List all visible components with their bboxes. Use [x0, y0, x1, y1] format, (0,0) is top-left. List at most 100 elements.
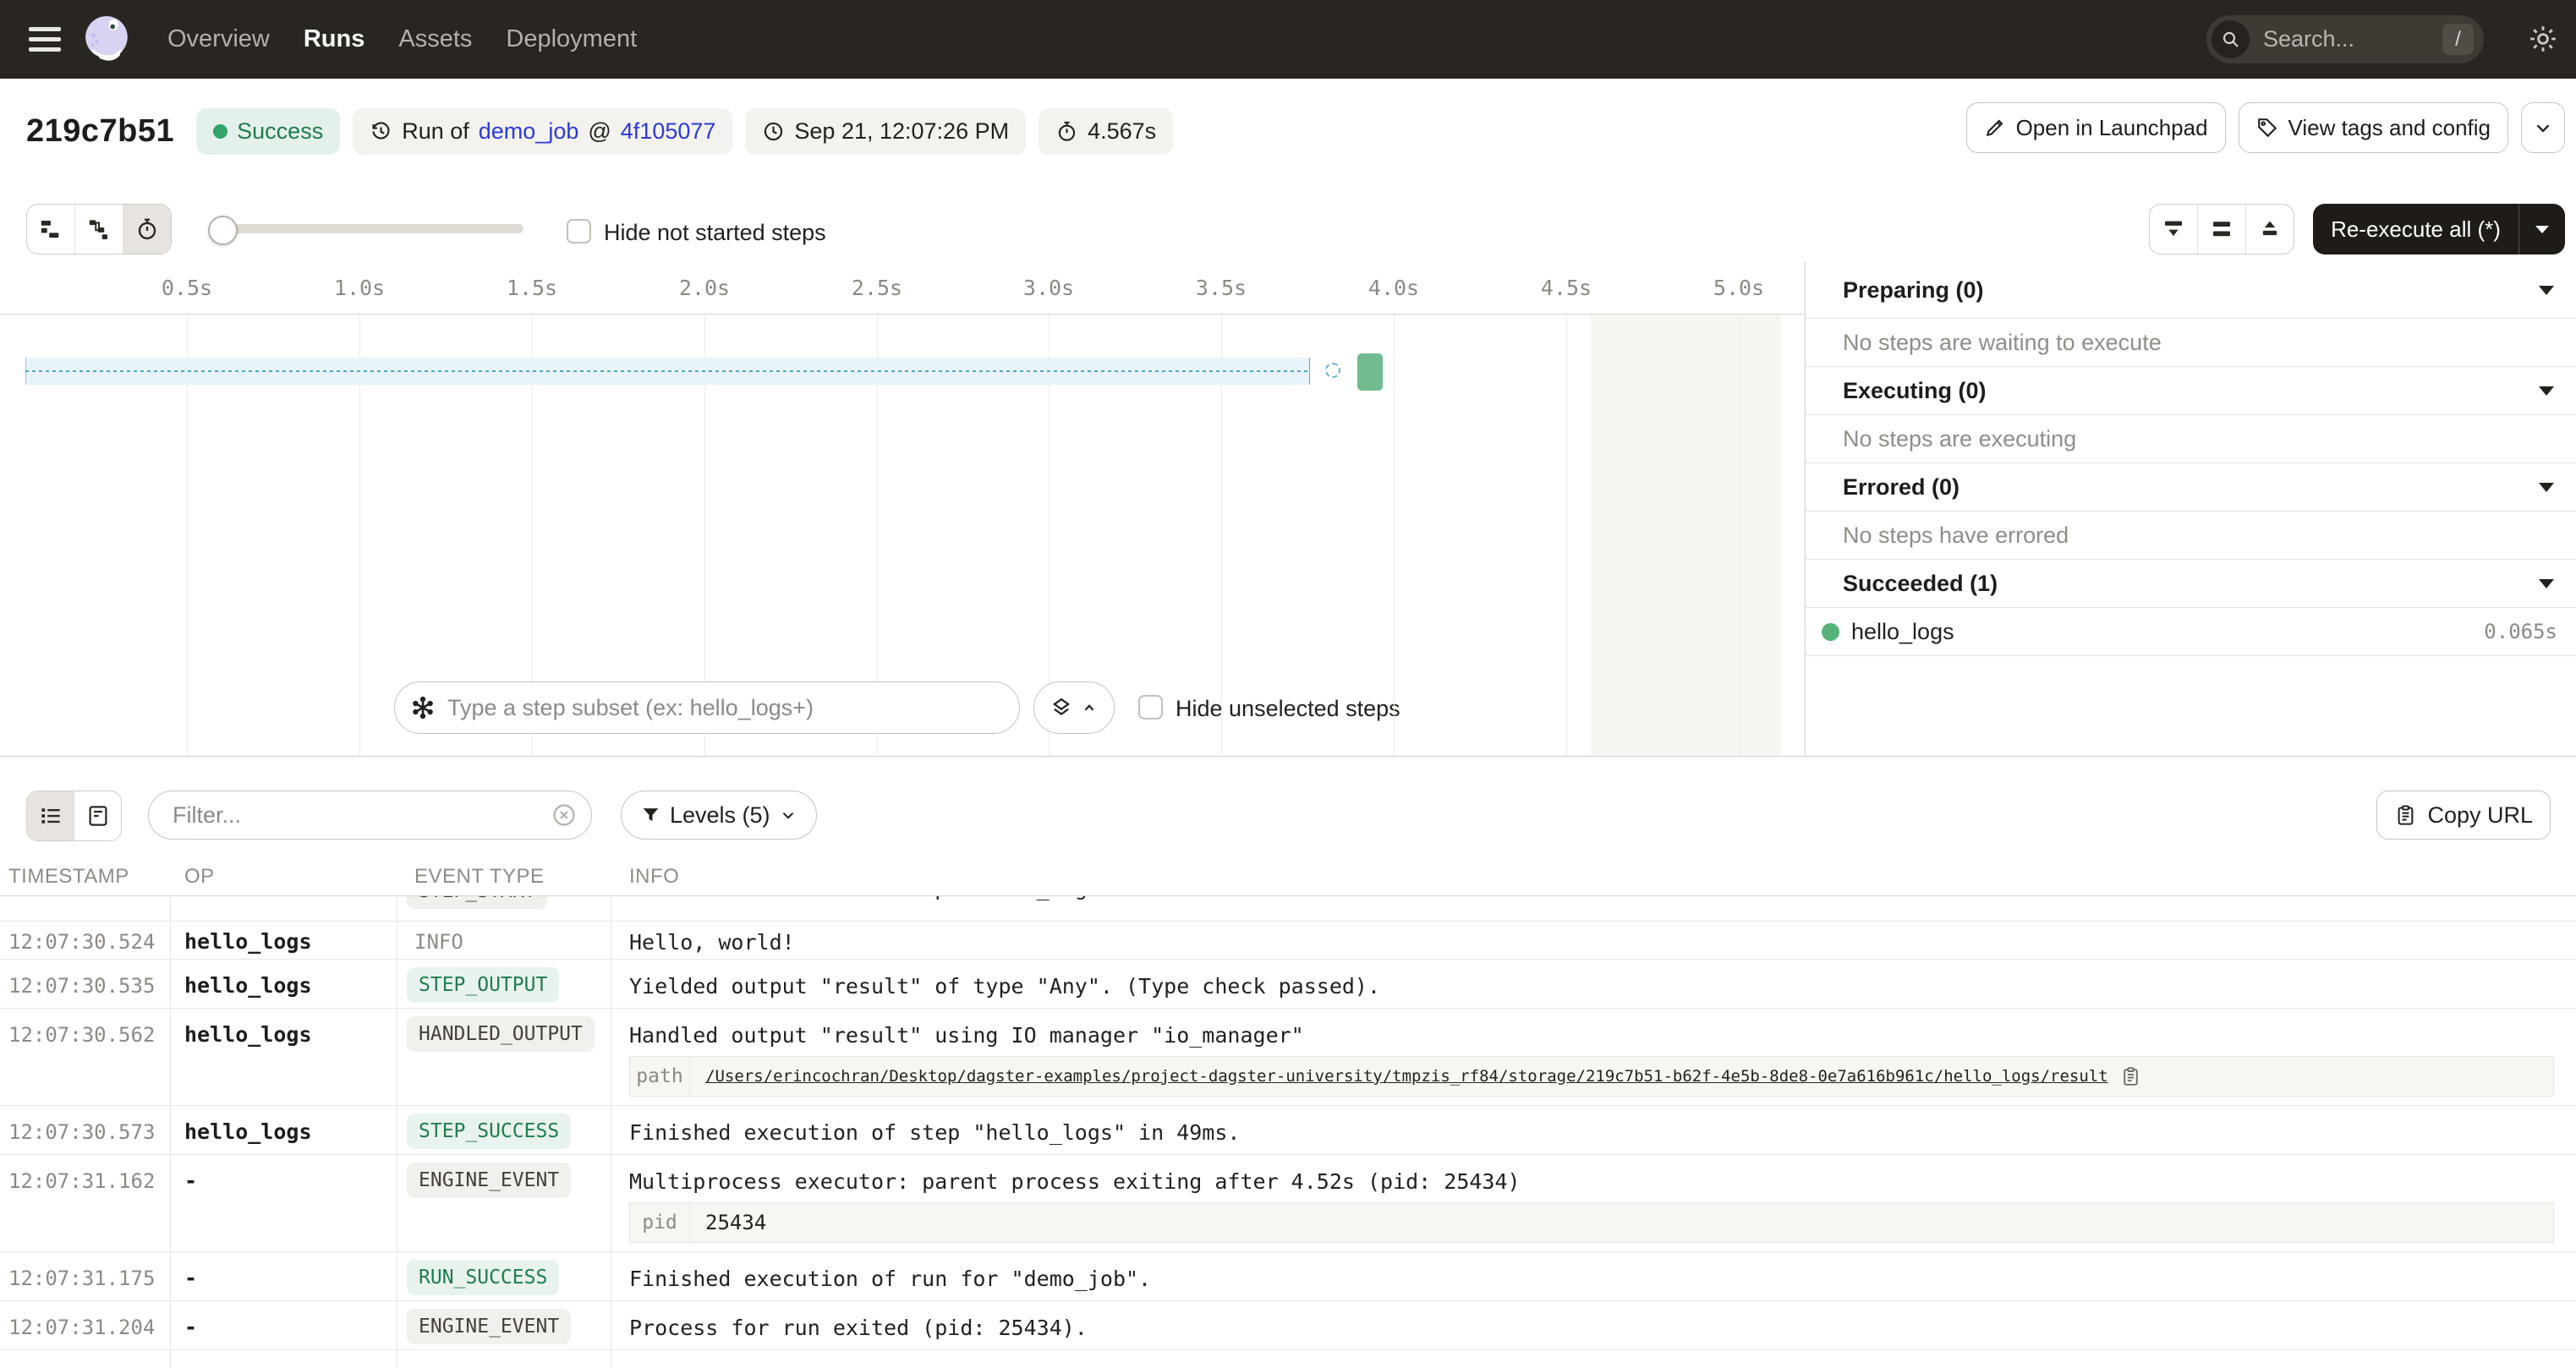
- log-op: hello_logs: [184, 929, 312, 954]
- settings-gear-icon[interactable]: [2527, 23, 2559, 55]
- log-row: 12:07:31.162 - ENGINE_EVENT Multiprocess…: [0, 1155, 2576, 1252]
- log-timestamp: 12:07:30.573: [8, 1120, 155, 1144]
- step-selector-button[interactable]: [1033, 681, 1115, 734]
- log-info: Process for run exited (pid: 25434).: [629, 1316, 2554, 1340]
- run-id-title: 219c7b51: [26, 113, 174, 150]
- gantt-zoom-slider-knob[interactable]: [208, 216, 238, 245]
- search-box[interactable]: /: [2206, 15, 2484, 63]
- levels-dropdown[interactable]: Levels (5): [621, 791, 817, 840]
- gantt-timed-view-button[interactable]: [123, 205, 171, 254]
- col-info: INFO: [629, 865, 679, 889]
- axis-tick: 2.5s: [852, 276, 902, 300]
- chevron-down-icon: [2532, 117, 2554, 139]
- gantt-panel-layout-group: [2149, 204, 2294, 254]
- expand-panel-up-button[interactable]: [2245, 205, 2294, 254]
- view-tags-config-button[interactable]: View tags and config: [2239, 102, 2508, 153]
- log-op: -: [184, 1266, 197, 1290]
- section-caret-icon: [2539, 286, 2554, 295]
- nav-item-assets[interactable]: Assets: [398, 25, 472, 53]
- col-timestamp: TIMESTAMP: [8, 865, 129, 889]
- gantt-toolbar: Hide not started steps Re-execute all (*…: [0, 184, 2576, 262]
- hide-not-started-checkbox[interactable]: [567, 219, 591, 244]
- log-structured-view-button[interactable]: [74, 791, 121, 840]
- event-type-badge: ENGINE_EVENT: [407, 1163, 571, 1198]
- col-event-type: EVENT TYPE: [414, 865, 545, 889]
- section-caret-icon: [2539, 579, 2554, 588]
- open-launchpad-button[interactable]: Open in Launchpad: [1966, 102, 2226, 153]
- log-filter-input[interactable]: [171, 802, 551, 829]
- log-view-mode-group: [26, 791, 122, 841]
- re-execute-options-button[interactable]: [2518, 204, 2565, 254]
- step-marker-circle: [1325, 363, 1340, 378]
- clipboard-icon: [2394, 804, 2417, 827]
- step-bar-hello-logs[interactable]: [1357, 353, 1383, 391]
- nav-item-runs[interactable]: Runs: [304, 25, 365, 53]
- run-steps-panel: Preparing (0) No steps are waiting to ex…: [1806, 262, 2576, 756]
- log-op: hello_logs: [184, 1119, 312, 1144]
- log-table-header: TIMESTAMP OP EVENT TYPE INFO: [0, 856, 2576, 896]
- metadata-key: path: [630, 1057, 690, 1096]
- collapse-panel-down-button[interactable]: [2150, 205, 2197, 254]
- log-table-body: STEP_START Started execution of step "he…: [0, 895, 2576, 1368]
- column-divider: [170, 856, 171, 1368]
- gantt-flat-view-button[interactable]: [27, 205, 74, 254]
- hide-unselected-checkbox[interactable]: [1138, 695, 1163, 720]
- step-duration: 0.065s: [2484, 620, 2557, 643]
- log-info: Yielded output "result" of type "Any". (…: [629, 974, 2554, 999]
- log-timestamp: 12:07:31.175: [8, 1267, 155, 1290]
- copy-path-icon[interactable]: [2120, 1066, 2141, 1087]
- nav-item-overview[interactable]: Overview: [167, 25, 270, 53]
- re-execute-all-button[interactable]: Re-execute all (*): [2313, 204, 2565, 254]
- metadata-key: pid: [630, 1203, 690, 1242]
- step-subset-input[interactable]: [446, 694, 1019, 722]
- event-type-badge: RUN_SUCCESS: [407, 1260, 559, 1295]
- log-row: 12:07:30.535 hello_logs STEP_OUTPUT Yiel…: [0, 960, 2576, 1009]
- section-caret-icon: [2539, 483, 2554, 492]
- gantt-zoom-slider[interactable]: [211, 224, 523, 233]
- event-type-badge: ENGINE_EVENT: [407, 1309, 571, 1344]
- nav-item-deployment[interactable]: Deployment: [506, 25, 637, 53]
- pencil-icon: [1984, 117, 2006, 139]
- funnel-icon: [640, 805, 661, 826]
- caret-down-icon: [2535, 226, 2549, 233]
- succeeded-step-row[interactable]: hello_logs 0.065s: [1806, 608, 2576, 656]
- event-type-badge: HANDLED_OUTPUT: [407, 1016, 595, 1052]
- search-input[interactable]: [2261, 25, 2442, 53]
- top-nav: Overview Runs Assets Deployment /: [0, 0, 2576, 79]
- section-caret-icon: [2539, 386, 2554, 396]
- gantt-waterfall-view-button[interactable]: [74, 205, 123, 254]
- log-timestamp: 12:07:31.162: [8, 1169, 155, 1193]
- log-info: Handled output "result" using IO manager…: [629, 1023, 2554, 1048]
- log-list-view-button[interactable]: [27, 791, 74, 840]
- section-preparing[interactable]: Preparing (0): [1806, 262, 2576, 319]
- log-op: -: [184, 1168, 197, 1193]
- clear-filter-icon[interactable]: [551, 802, 578, 829]
- tag-icon: [2256, 117, 2278, 139]
- log-row-partial-bottom: [0, 1350, 2576, 1368]
- run-of-pill: Run of demo_job @ 4f105077: [353, 108, 732, 155]
- status-dot-icon: [213, 124, 227, 139]
- axis-tick: 1.5s: [507, 276, 557, 300]
- section-errored[interactable]: Errored (0): [1806, 463, 2576, 512]
- section-executing[interactable]: Executing (0): [1806, 367, 2576, 415]
- log-row: 12:07:31.204 - ENGINE_EVENT Process for …: [0, 1301, 2576, 1350]
- metadata-path-link[interactable]: /Users/erincochran/Desktop/dagster-examp…: [705, 1067, 2108, 1086]
- hamburger-menu-icon[interactable]: [29, 21, 61, 57]
- axis-tick: 1.0s: [334, 276, 385, 300]
- log-metadata-row: pid 25434: [629, 1202, 2554, 1243]
- copy-url-button[interactable]: Copy URL: [2376, 791, 2551, 840]
- split-panels-button[interactable]: [2197, 205, 2245, 254]
- section-succeeded[interactable]: Succeeded (1): [1806, 560, 2576, 608]
- hide-not-started-label: Hide not started steps: [604, 220, 826, 245]
- more-run-actions-button[interactable]: [2521, 102, 2565, 153]
- commit-link[interactable]: 4f105077: [621, 118, 716, 145]
- axis-line: [0, 314, 1805, 315]
- log-row: 12:07:30.524 hello_logs INFO Hello, worl…: [0, 922, 2576, 960]
- log-info: Finished execution of step "hello_logs" …: [629, 1120, 2554, 1145]
- executing-empty-text: No steps are executing: [1806, 415, 2576, 463]
- job-link[interactable]: demo_job: [479, 118, 579, 145]
- step-name: hello_logs: [1851, 619, 2484, 645]
- axis-tick: 5.0s: [1713, 276, 1764, 300]
- log-op: -: [184, 1315, 197, 1339]
- log-metadata-row: path /Users/erincochran/Desktop/dagster-…: [629, 1056, 2554, 1097]
